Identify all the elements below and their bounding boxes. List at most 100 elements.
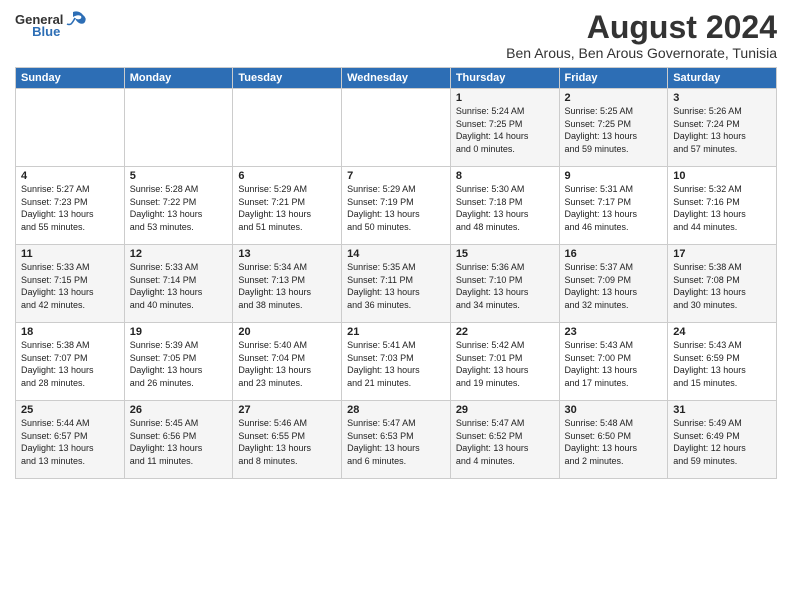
calendar-cell: 15Sunrise: 5:36 AM Sunset: 7:10 PM Dayli…: [450, 245, 559, 323]
week-row-4: 18Sunrise: 5:38 AM Sunset: 7:07 PM Dayli…: [16, 323, 777, 401]
calendar-cell: 20Sunrise: 5:40 AM Sunset: 7:04 PM Dayli…: [233, 323, 342, 401]
calendar-cell: 1Sunrise: 5:24 AM Sunset: 7:25 PM Daylig…: [450, 89, 559, 167]
calendar-cell: [16, 89, 125, 167]
calendar-cell: 23Sunrise: 5:43 AM Sunset: 7:00 PM Dayli…: [559, 323, 668, 401]
header: General Blue August 2024 Ben Arous, Ben …: [15, 10, 777, 61]
main-title: August 2024: [506, 10, 777, 45]
page: General Blue August 2024 Ben Arous, Ben …: [0, 0, 792, 612]
calendar-cell: 4Sunrise: 5:27 AM Sunset: 7:23 PM Daylig…: [16, 167, 125, 245]
week-row-3: 11Sunrise: 5:33 AM Sunset: 7:15 PM Dayli…: [16, 245, 777, 323]
day-info: Sunrise: 5:26 AM Sunset: 7:24 PM Dayligh…: [673, 105, 771, 155]
calendar-cell: 11Sunrise: 5:33 AM Sunset: 7:15 PM Dayli…: [16, 245, 125, 323]
day-info: Sunrise: 5:25 AM Sunset: 7:25 PM Dayligh…: [565, 105, 663, 155]
week-row-5: 25Sunrise: 5:44 AM Sunset: 6:57 PM Dayli…: [16, 401, 777, 479]
logo: General Blue: [15, 10, 87, 39]
calendar-cell: 5Sunrise: 5:28 AM Sunset: 7:22 PM Daylig…: [124, 167, 233, 245]
day-info: Sunrise: 5:47 AM Sunset: 6:53 PM Dayligh…: [347, 417, 445, 467]
day-info: Sunrise: 5:29 AM Sunset: 7:21 PM Dayligh…: [238, 183, 336, 233]
calendar-cell: 7Sunrise: 5:29 AM Sunset: 7:19 PM Daylig…: [342, 167, 451, 245]
calendar-cell: 28Sunrise: 5:47 AM Sunset: 6:53 PM Dayli…: [342, 401, 451, 479]
day-number: 10: [673, 170, 771, 182]
subtitle: Ben Arous, Ben Arous Governorate, Tunisi…: [506, 45, 777, 61]
day-info: Sunrise: 5:44 AM Sunset: 6:57 PM Dayligh…: [21, 417, 119, 467]
calendar-cell: 8Sunrise: 5:30 AM Sunset: 7:18 PM Daylig…: [450, 167, 559, 245]
day-header-monday: Monday: [124, 68, 233, 89]
calendar-cell: 29Sunrise: 5:47 AM Sunset: 6:52 PM Dayli…: [450, 401, 559, 479]
day-number: 22: [456, 326, 554, 338]
calendar-cell: 13Sunrise: 5:34 AM Sunset: 7:13 PM Dayli…: [233, 245, 342, 323]
title-block: August 2024 Ben Arous, Ben Arous Governo…: [506, 10, 777, 61]
calendar-cell: 31Sunrise: 5:49 AM Sunset: 6:49 PM Dayli…: [668, 401, 777, 479]
calendar-cell: 6Sunrise: 5:29 AM Sunset: 7:21 PM Daylig…: [233, 167, 342, 245]
day-info: Sunrise: 5:33 AM Sunset: 7:14 PM Dayligh…: [130, 261, 228, 311]
calendar-cell: 21Sunrise: 5:41 AM Sunset: 7:03 PM Dayli…: [342, 323, 451, 401]
day-info: Sunrise: 5:30 AM Sunset: 7:18 PM Dayligh…: [456, 183, 554, 233]
day-info: Sunrise: 5:49 AM Sunset: 6:49 PM Dayligh…: [673, 417, 771, 467]
day-number: 29: [456, 404, 554, 416]
day-number: 12: [130, 248, 228, 260]
day-info: Sunrise: 5:41 AM Sunset: 7:03 PM Dayligh…: [347, 339, 445, 389]
day-number: 21: [347, 326, 445, 338]
day-info: Sunrise: 5:31 AM Sunset: 7:17 PM Dayligh…: [565, 183, 663, 233]
day-info: Sunrise: 5:45 AM Sunset: 6:56 PM Dayligh…: [130, 417, 228, 467]
day-info: Sunrise: 5:37 AM Sunset: 7:09 PM Dayligh…: [565, 261, 663, 311]
logo-bird-icon: [65, 10, 87, 28]
calendar-cell: 19Sunrise: 5:39 AM Sunset: 7:05 PM Dayli…: [124, 323, 233, 401]
day-header-wednesday: Wednesday: [342, 68, 451, 89]
day-number: 20: [238, 326, 336, 338]
day-number: 7: [347, 170, 445, 182]
day-header-thursday: Thursday: [450, 68, 559, 89]
calendar-cell: 2Sunrise: 5:25 AM Sunset: 7:25 PM Daylig…: [559, 89, 668, 167]
calendar-cell: 9Sunrise: 5:31 AM Sunset: 7:17 PM Daylig…: [559, 167, 668, 245]
day-header-tuesday: Tuesday: [233, 68, 342, 89]
day-info: Sunrise: 5:35 AM Sunset: 7:11 PM Dayligh…: [347, 261, 445, 311]
day-number: 15: [456, 248, 554, 260]
calendar-cell: 26Sunrise: 5:45 AM Sunset: 6:56 PM Dayli…: [124, 401, 233, 479]
day-number: 2: [565, 92, 663, 104]
day-number: 17: [673, 248, 771, 260]
calendar-cell: 10Sunrise: 5:32 AM Sunset: 7:16 PM Dayli…: [668, 167, 777, 245]
day-number: 24: [673, 326, 771, 338]
day-header-sunday: Sunday: [16, 68, 125, 89]
day-info: Sunrise: 5:28 AM Sunset: 7:22 PM Dayligh…: [130, 183, 228, 233]
calendar-cell: 25Sunrise: 5:44 AM Sunset: 6:57 PM Dayli…: [16, 401, 125, 479]
calendar-cell: 24Sunrise: 5:43 AM Sunset: 6:59 PM Dayli…: [668, 323, 777, 401]
day-header-saturday: Saturday: [668, 68, 777, 89]
day-number: 30: [565, 404, 663, 416]
calendar-cell: 22Sunrise: 5:42 AM Sunset: 7:01 PM Dayli…: [450, 323, 559, 401]
calendar: SundayMondayTuesdayWednesdayThursdayFrid…: [15, 67, 777, 479]
day-info: Sunrise: 5:29 AM Sunset: 7:19 PM Dayligh…: [347, 183, 445, 233]
day-info: Sunrise: 5:40 AM Sunset: 7:04 PM Dayligh…: [238, 339, 336, 389]
day-number: 9: [565, 170, 663, 182]
day-info: Sunrise: 5:39 AM Sunset: 7:05 PM Dayligh…: [130, 339, 228, 389]
week-row-1: 1Sunrise: 5:24 AM Sunset: 7:25 PM Daylig…: [16, 89, 777, 167]
day-info: Sunrise: 5:38 AM Sunset: 7:07 PM Dayligh…: [21, 339, 119, 389]
day-number: 28: [347, 404, 445, 416]
day-number: 31: [673, 404, 771, 416]
day-info: Sunrise: 5:34 AM Sunset: 7:13 PM Dayligh…: [238, 261, 336, 311]
day-number: 26: [130, 404, 228, 416]
day-info: Sunrise: 5:43 AM Sunset: 7:00 PM Dayligh…: [565, 339, 663, 389]
day-number: 19: [130, 326, 228, 338]
day-info: Sunrise: 5:33 AM Sunset: 7:15 PM Dayligh…: [21, 261, 119, 311]
day-number: 23: [565, 326, 663, 338]
day-number: 27: [238, 404, 336, 416]
day-number: 5: [130, 170, 228, 182]
day-info: Sunrise: 5:43 AM Sunset: 6:59 PM Dayligh…: [673, 339, 771, 389]
day-number: 6: [238, 170, 336, 182]
day-info: Sunrise: 5:38 AM Sunset: 7:08 PM Dayligh…: [673, 261, 771, 311]
day-info: Sunrise: 5:46 AM Sunset: 6:55 PM Dayligh…: [238, 417, 336, 467]
day-number: 25: [21, 404, 119, 416]
calendar-cell: 17Sunrise: 5:38 AM Sunset: 7:08 PM Dayli…: [668, 245, 777, 323]
calendar-cell: 18Sunrise: 5:38 AM Sunset: 7:07 PM Dayli…: [16, 323, 125, 401]
calendar-cell: 3Sunrise: 5:26 AM Sunset: 7:24 PM Daylig…: [668, 89, 777, 167]
day-number: 13: [238, 248, 336, 260]
calendar-cell: 16Sunrise: 5:37 AM Sunset: 7:09 PM Dayli…: [559, 245, 668, 323]
day-info: Sunrise: 5:24 AM Sunset: 7:25 PM Dayligh…: [456, 105, 554, 155]
day-number: 18: [21, 326, 119, 338]
calendar-cell: 27Sunrise: 5:46 AM Sunset: 6:55 PM Dayli…: [233, 401, 342, 479]
calendar-cell: 14Sunrise: 5:35 AM Sunset: 7:11 PM Dayli…: [342, 245, 451, 323]
calendar-cell: [233, 89, 342, 167]
day-number: 4: [21, 170, 119, 182]
day-info: Sunrise: 5:47 AM Sunset: 6:52 PM Dayligh…: [456, 417, 554, 467]
